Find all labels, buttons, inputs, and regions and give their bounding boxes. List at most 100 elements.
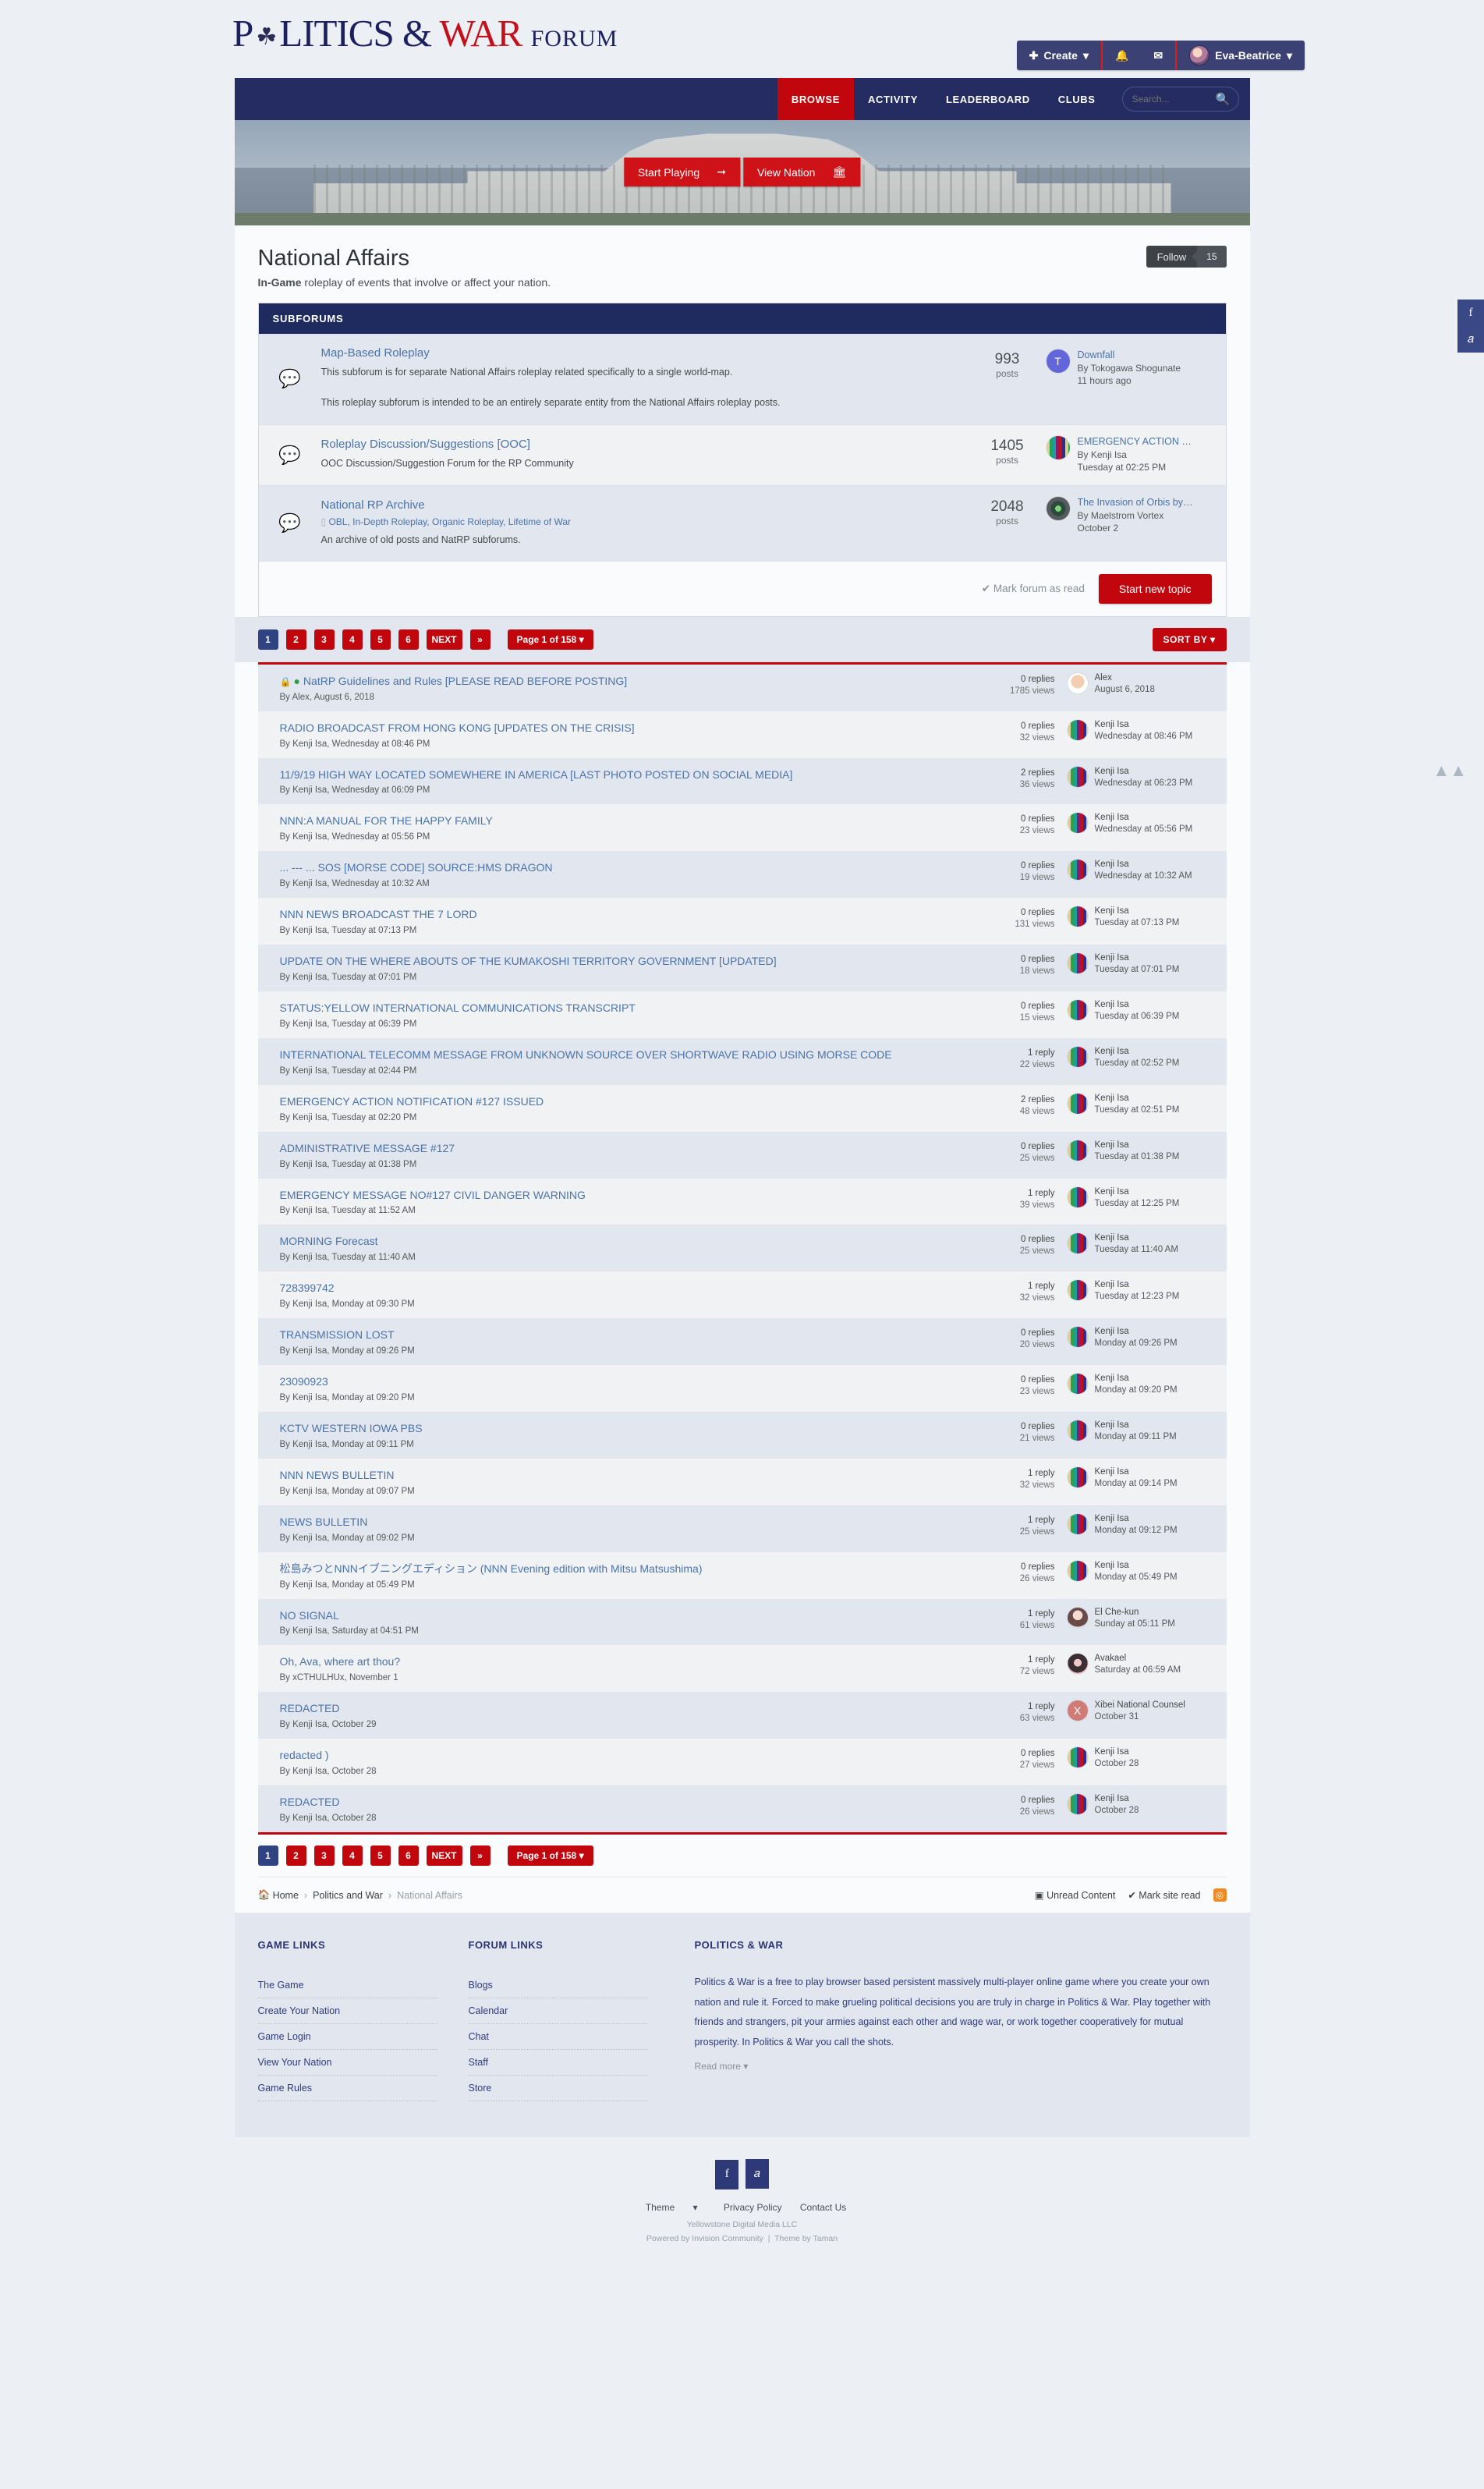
footer-link-calendar[interactable]: Calendar [468, 1998, 648, 2025]
last-post-author[interactable]: Kenji Isa [1095, 813, 1193, 822]
table-row[interactable]: NNN NEWS BULLETIN By Kenji Isa, Monday at… [257, 1458, 1227, 1505]
last-post-author[interactable]: Kenji Isa [1095, 767, 1193, 776]
last-post-author[interactable]: Xibei National Counsel [1095, 1700, 1185, 1710]
avatar[interactable] [1067, 1747, 1088, 1768]
last-post-author[interactable]: Kenji Isa [1095, 1514, 1178, 1523]
page-jump-dropdown[interactable]: Page 1 of 158 ▾ [507, 629, 593, 650]
avatar[interactable] [1067, 1420, 1088, 1441]
messages-button[interactable]: ✉ [1141, 41, 1175, 70]
avatar[interactable] [1067, 719, 1088, 740]
table-row[interactable]: ... --- ... SOS [MORSE CODE] SOURCE:HMS … [257, 851, 1227, 899]
page-button-4[interactable]: 4 [342, 1845, 363, 1867]
subforum-title[interactable]: Map-Based Roleplay [321, 346, 961, 360]
avatar[interactable] [1067, 1233, 1088, 1254]
topic-title[interactable]: NNN NEWS BULLETIN [280, 1468, 960, 1483]
subforum-title[interactable]: Roleplay Discussion/Suggestions [OOC] [321, 438, 961, 451]
table-row[interactable]: 松島みつとNNNイブニングエディション (NNN Evening edition… [257, 1551, 1227, 1599]
topic-title[interactable]: REDACTED [280, 1701, 960, 1716]
avatar[interactable] [1067, 1186, 1088, 1207]
last-post-author[interactable]: Alex [1095, 673, 1155, 683]
last-post-author[interactable]: Kenji Isa [1095, 953, 1180, 963]
page-button-5[interactable]: 5 [370, 1845, 391, 1867]
avatar[interactable] [1067, 1140, 1088, 1161]
nav-item-browse[interactable]: BROWSE [777, 78, 854, 120]
topic-title[interactable]: 松島みつとNNNイブニングエディション (NNN Evening edition… [280, 1562, 960, 1576]
topic-title[interactable]: INTERNATIONAL TELECOMM MESSAGE FROM UNKN… [280, 1048, 960, 1062]
site-logo[interactable]: P ☘LITICS & WAR FORUM [232, 11, 618, 55]
last-post-author[interactable]: Kenji Isa [1095, 1233, 1178, 1243]
page-jump-dropdown[interactable]: Page 1 of 158 ▾ [507, 1845, 593, 1867]
start-playing-button[interactable]: Start Playing ➞ [623, 158, 740, 186]
last-post-title[interactable]: EMERGENCY ACTION NOTIFICAT... [1078, 436, 1195, 447]
sort-by-dropdown[interactable]: SORT BY ▾ [1152, 627, 1227, 651]
facebook-icon[interactable]: f [715, 2159, 739, 2189]
last-post-author[interactable]: Kenji Isa [1095, 1561, 1178, 1570]
avatar[interactable] [1067, 1466, 1088, 1487]
page-button-2[interactable]: 2 [285, 629, 306, 650]
table-row[interactable]: REDACTED By Kenji Isa, October 29 1 reply 6… [257, 1692, 1227, 1739]
notifications-button[interactable]: 🔔 [1103, 41, 1141, 70]
next-page-button[interactable]: NEXT [426, 1845, 462, 1867]
nav-item-leaderboard[interactable]: LEADERBOARD [932, 78, 1044, 120]
avatar[interactable] [1067, 766, 1088, 787]
page-button-5[interactable]: 5 [370, 629, 391, 650]
twitter-share-icon[interactable]: 𝑎 [1457, 326, 1484, 353]
avatar[interactable] [1067, 1280, 1088, 1301]
last-post-author[interactable]: Kenji Isa [1095, 1187, 1180, 1197]
subforum-row[interactable]: 💬 Map-Based Roleplay This subforum is fo… [258, 334, 1226, 425]
last-post-author[interactable]: Kenji Isa [1095, 906, 1180, 916]
footer-link-game-login[interactable]: Game Login [257, 2024, 437, 2051]
theme-credit-label[interactable]: Theme by Taman [774, 2234, 838, 2243]
next-page-button[interactable]: NEXT [426, 629, 462, 650]
table-row[interactable]: 728399742 By Kenji Isa, Monday at 09:30 P… [257, 1271, 1227, 1319]
twitter-icon[interactable]: 𝑎 [745, 2159, 769, 2189]
breadcrumb-politics-and-war[interactable]: Politics and War [313, 1890, 383, 1901]
rss-icon[interactable]: ◎ [1213, 1888, 1227, 1902]
last-post-author[interactable]: Kenji Isa [1095, 1140, 1180, 1150]
avatar[interactable] [1067, 1327, 1088, 1348]
topic-title[interactable]: REDACTED [280, 1795, 960, 1810]
table-row[interactable]: NNN:A MANUAL FOR THE HAPPY FAMILY By Kenj… [257, 804, 1227, 852]
footer-link-staff[interactable]: Staff [468, 2050, 648, 2076]
last-page-button[interactable]: » [469, 629, 491, 650]
mark-forum-read-button[interactable]: ✔ Mark forum as read [982, 583, 1085, 595]
table-row[interactable]: 23090923 By Kenji Isa, Monday at 09:20 PM… [257, 1365, 1227, 1412]
avatar[interactable] [1067, 906, 1088, 927]
avatar[interactable] [1067, 1794, 1088, 1815]
last-post-author[interactable]: Kenji Isa [1095, 1094, 1180, 1103]
search-input[interactable] [1132, 94, 1218, 105]
last-post-author[interactable]: Kenji Isa [1095, 720, 1193, 729]
last-post-title[interactable]: The Invasion of Orbis by t... [1078, 497, 1195, 508]
table-row[interactable]: KCTV WESTERN IOWA PBS By Kenji Isa, Monda… [257, 1412, 1227, 1459]
table-row[interactable]: Oh, Ava, where art thou? By xCTHULHUx, No… [257, 1645, 1227, 1693]
footer-link-view-your-nation[interactable]: View Your Nation [257, 2050, 437, 2076]
topic-title[interactable]: redacted ) [280, 1748, 960, 1763]
topic-title[interactable]: 11/9/19 HIGH WAY LOCATED SOMEWHERE IN AM… [280, 768, 960, 782]
read-more-button[interactable]: Read more ▾ [695, 2061, 1227, 2072]
facebook-share-icon[interactable]: f [1457, 300, 1484, 326]
topic-title[interactable]: TRANSMISSION LOST [280, 1328, 960, 1342]
avatar[interactable] [1067, 1607, 1088, 1628]
topic-title[interactable]: ... --- ... SOS [MORSE CODE] SOURCE:HMS … [280, 860, 960, 875]
subforum-row[interactable]: 💬 National RP Archive ▯ OBL, In-Depth Ro… [258, 485, 1226, 562]
page-button-3[interactable]: 3 [313, 629, 335, 650]
topic-title[interactable]: NNN NEWS BROADCAST THE 7 LORD [280, 907, 960, 922]
start-new-topic-button[interactable]: Start new topic [1098, 573, 1212, 604]
avatar[interactable] [1067, 1513, 1088, 1534]
table-row[interactable]: UPDATE ON THE WHERE ABOUTS OF THE KUMAKO… [257, 945, 1227, 991]
page-button-6[interactable]: 6 [398, 629, 419, 650]
table-row[interactable]: 11/9/19 HIGH WAY LOCATED SOMEWHERE IN AM… [257, 757, 1227, 805]
table-row[interactable]: ADMINISTRATIVE MESSAGE #127 By Kenji Isa,… [257, 1131, 1227, 1179]
page-button-3[interactable]: 3 [313, 1845, 335, 1867]
avatar[interactable] [1067, 813, 1088, 834]
table-row[interactable]: EMERGENCY MESSAGE NO#127 CIVIL DANGER WA… [257, 1178, 1227, 1225]
subforum-title[interactable]: National RP Archive [321, 498, 961, 512]
nav-item-activity[interactable]: ACTIVITY [854, 78, 932, 120]
follow-button[interactable]: Follow 15 [1146, 246, 1227, 268]
topic-title[interactable]: RADIO BROADCAST FROM HONG KONG [UPDATES … [280, 721, 960, 736]
topic-title[interactable]: NEWS BULLETIN [280, 1515, 960, 1530]
theme-selector[interactable]: Theme ▾ [638, 2202, 706, 2213]
topic-title[interactable]: STATUS:YELLOW INTERNATIONAL COMMUNICATIO… [280, 1001, 960, 1016]
table-row[interactable]: NNN NEWS BROADCAST THE 7 LORD By Kenji Is… [257, 898, 1227, 945]
avatar[interactable] [1067, 860, 1088, 881]
